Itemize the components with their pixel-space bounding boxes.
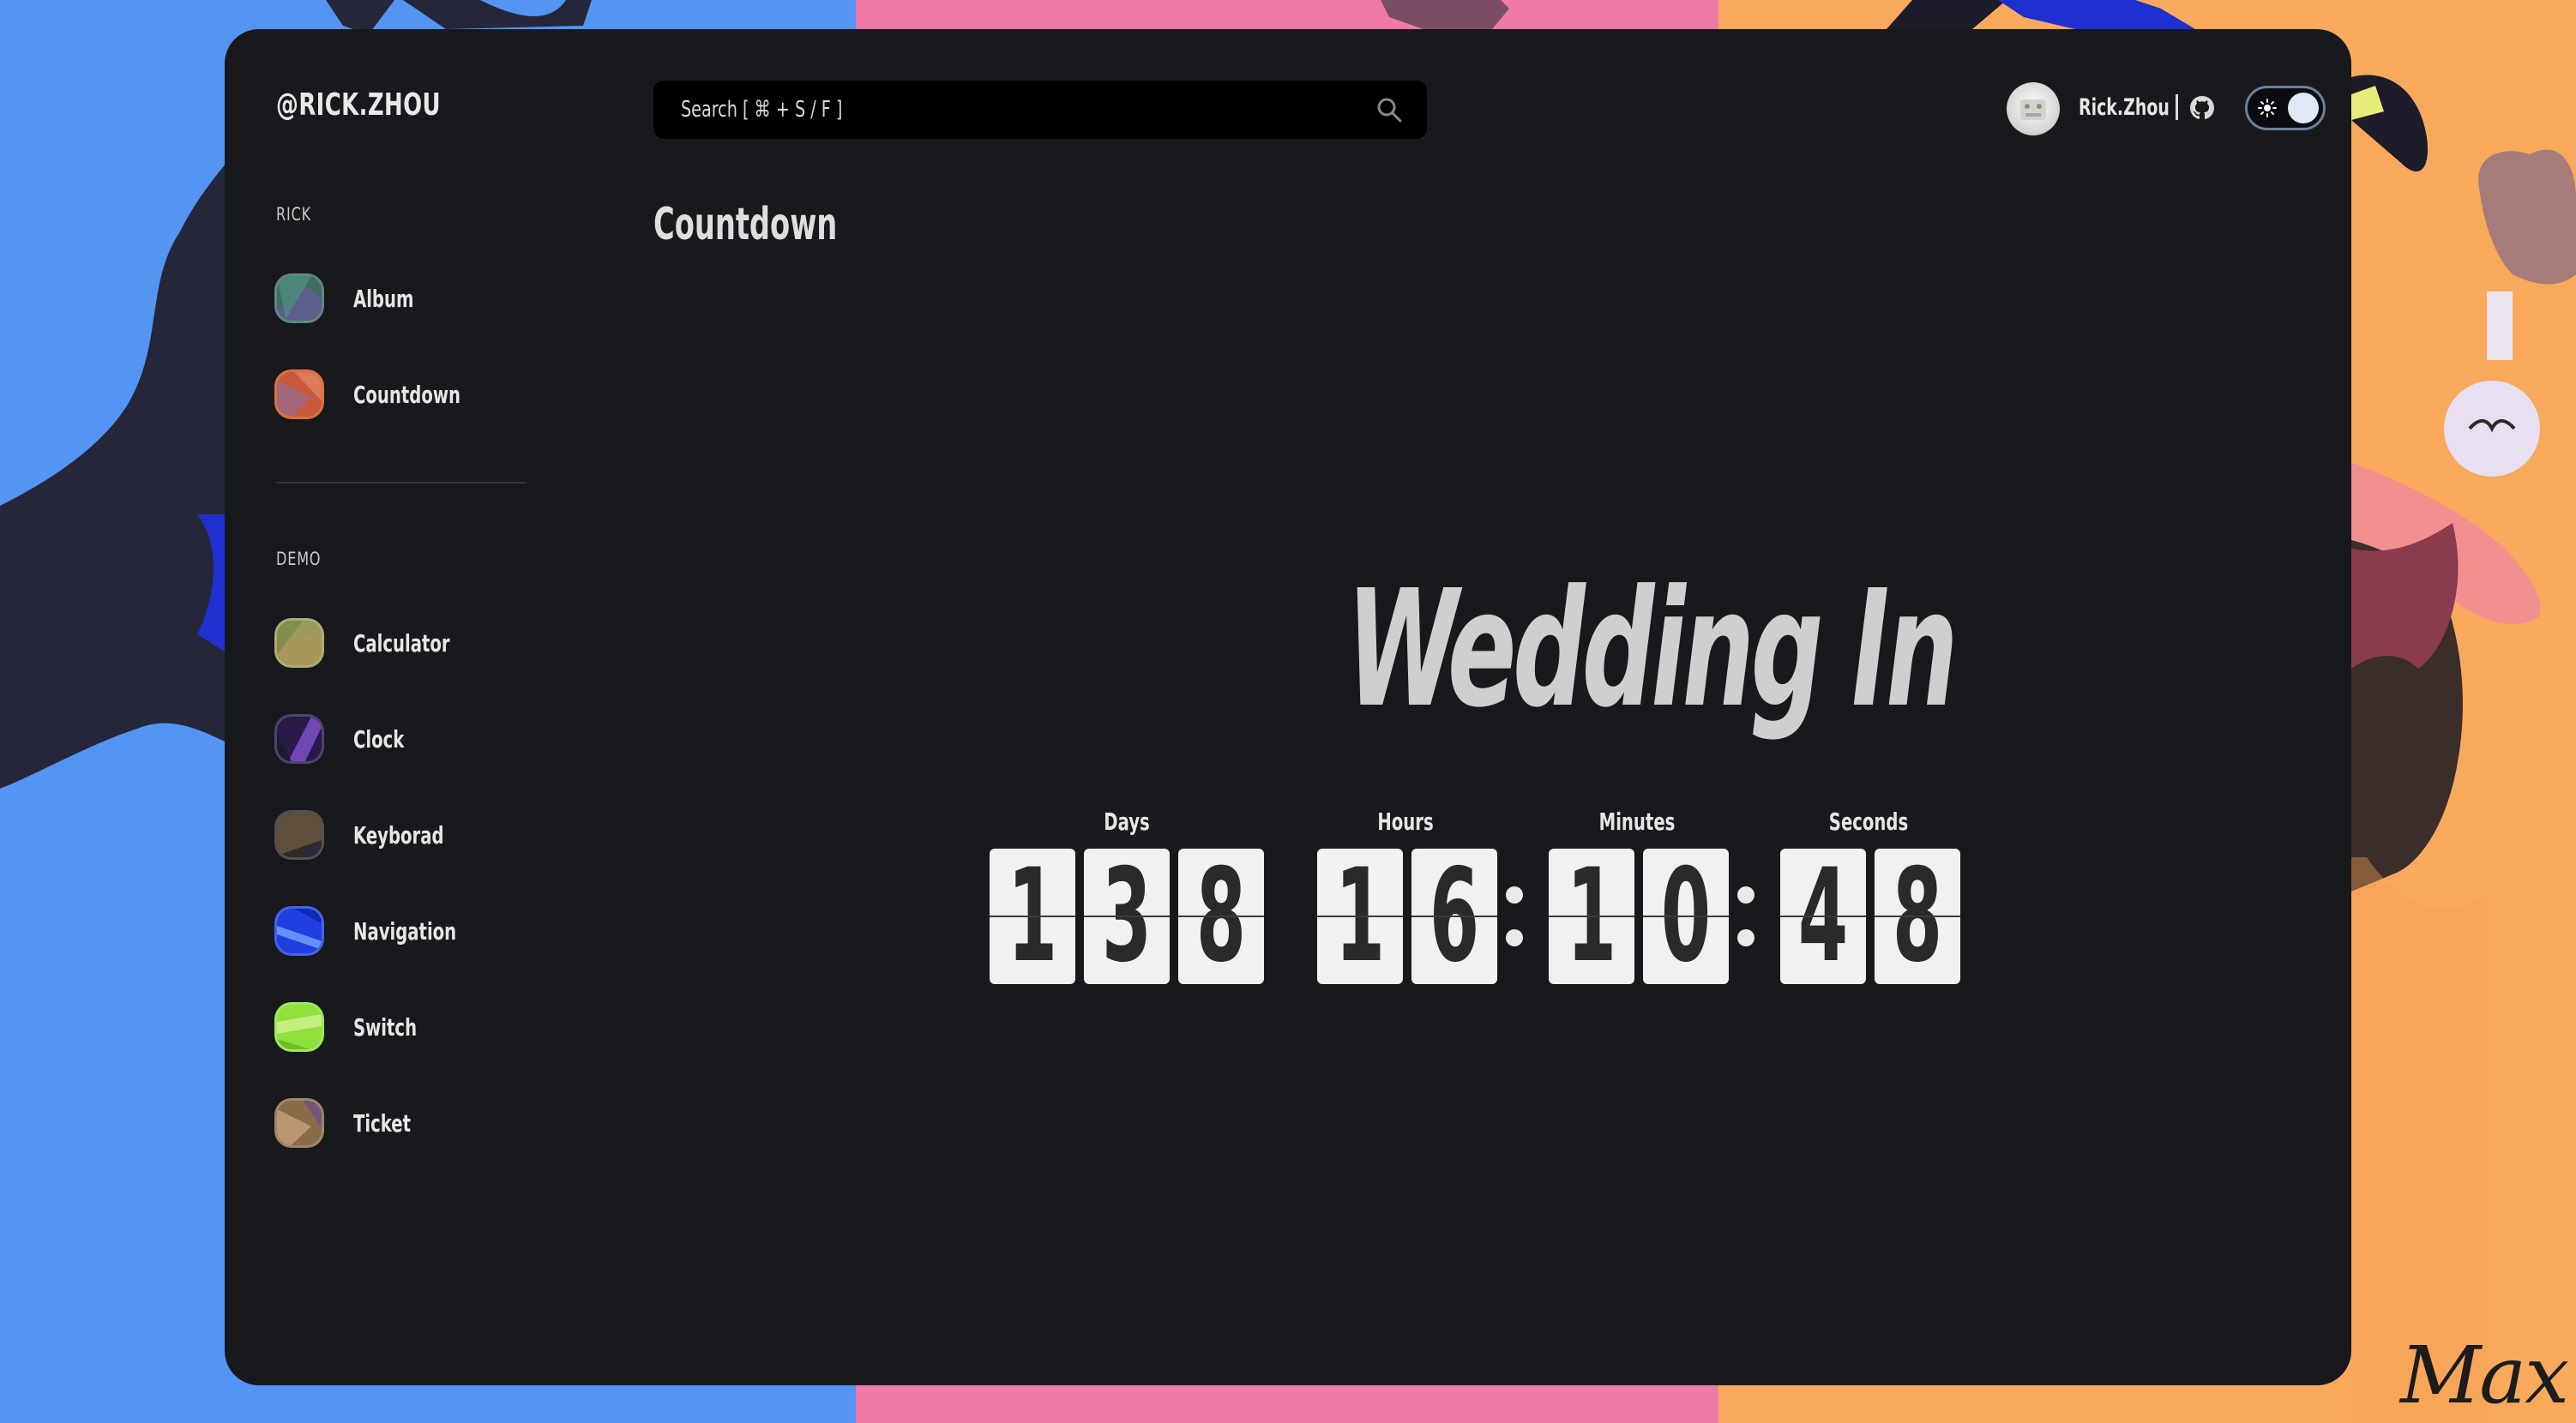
- sidebar-item-ticket[interactable]: Ticket: [274, 1094, 515, 1152]
- theme-toggle[interactable]: [2245, 86, 2326, 130]
- countdown-label-minutes: Minutes: [1598, 808, 1676, 836]
- colon-dot: [1737, 886, 1754, 904]
- colon-dot: [1506, 886, 1523, 904]
- countdown-label-hours: Hours: [1377, 808, 1434, 836]
- sidebar-item-calculator[interactable]: Calculator: [274, 614, 515, 672]
- countdown-label-seconds: Seconds: [1828, 808, 1909, 836]
- header-separator: [2176, 94, 2178, 120]
- countdown-digit: 6: [1411, 849, 1497, 984]
- sidebar-divider: [276, 482, 527, 483]
- sidebar-item-navigation[interactable]: Navigation: [274, 902, 515, 960]
- search-placeholder: Search [ ⌘ + S / F ]: [681, 97, 843, 123]
- sidebar-item-keyboard[interactable]: Keyborad: [274, 806, 515, 864]
- sidebar-item-label: Ticket: [353, 1108, 411, 1138]
- github-icon[interactable]: [2188, 94, 2216, 122]
- sidebar-section-demo: DEMO: [276, 549, 322, 569]
- colon-dot: [1506, 929, 1523, 946]
- countdown-digit: 1: [990, 849, 1075, 984]
- sidebar-item-clock[interactable]: Clock: [274, 710, 515, 768]
- sidebar-item-switch[interactable]: Switch: [274, 998, 515, 1056]
- wallpaper-signature: Max: [2400, 1330, 2569, 1421]
- keyboard-icon: [274, 810, 324, 860]
- album-icon: [274, 273, 324, 323]
- calculator-icon: [274, 618, 324, 668]
- page-title: Countdown: [653, 199, 838, 250]
- sidebar-item-label: Album: [353, 284, 414, 313]
- search-icon[interactable]: [1375, 96, 1403, 123]
- sidebar-item-label: Switch: [353, 1012, 418, 1042]
- colon-dot: [1737, 929, 1754, 946]
- countdown-digit: 8: [1178, 849, 1264, 984]
- sidebar-item-album[interactable]: Album: [274, 269, 515, 327]
- sidebar-item-label: Clock: [353, 724, 405, 754]
- switch-icon: [274, 1002, 324, 1052]
- sidebar-section-rick: RICK: [276, 204, 312, 225]
- navigation-icon: [274, 906, 324, 956]
- user-name[interactable]: Rick.Zhou: [2079, 94, 2170, 121]
- brand-logo[interactable]: @RICK.ZHOU: [276, 87, 441, 123]
- countdown-digit: 8: [1875, 849, 1960, 984]
- countdown-icon: [274, 369, 324, 419]
- sidebar-item-label: Navigation: [353, 916, 457, 946]
- search-bar[interactable]: Search [ ⌘ + S / F ]: [653, 81, 1427, 139]
- toggle-knob: [2288, 93, 2319, 123]
- countdown-title: Wedding In: [1346, 555, 1958, 743]
- sidebar-item-label: Calculator: [353, 628, 450, 657]
- countdown-digit: 3: [1084, 849, 1170, 984]
- countdown-label-days: Days: [1104, 808, 1150, 836]
- countdown-digit: 0: [1643, 849, 1729, 984]
- sun-icon: [2258, 99, 2277, 117]
- sidebar-item-label: Keyborad: [353, 820, 444, 850]
- app-window: @RICK.ZHOU RICK Album Countdown DEMO Cal…: [225, 29, 2351, 1385]
- countdown-digit: 4: [1780, 849, 1866, 984]
- sidebar-item-countdown[interactable]: Countdown: [274, 365, 515, 423]
- ticket-icon: [274, 1098, 324, 1148]
- clock-icon: [274, 714, 324, 764]
- countdown-digit: 1: [1317, 849, 1403, 984]
- sidebar-item-label: Countdown: [353, 380, 461, 409]
- avatar[interactable]: [2007, 82, 2060, 135]
- countdown-digit: 1: [1549, 849, 1634, 984]
